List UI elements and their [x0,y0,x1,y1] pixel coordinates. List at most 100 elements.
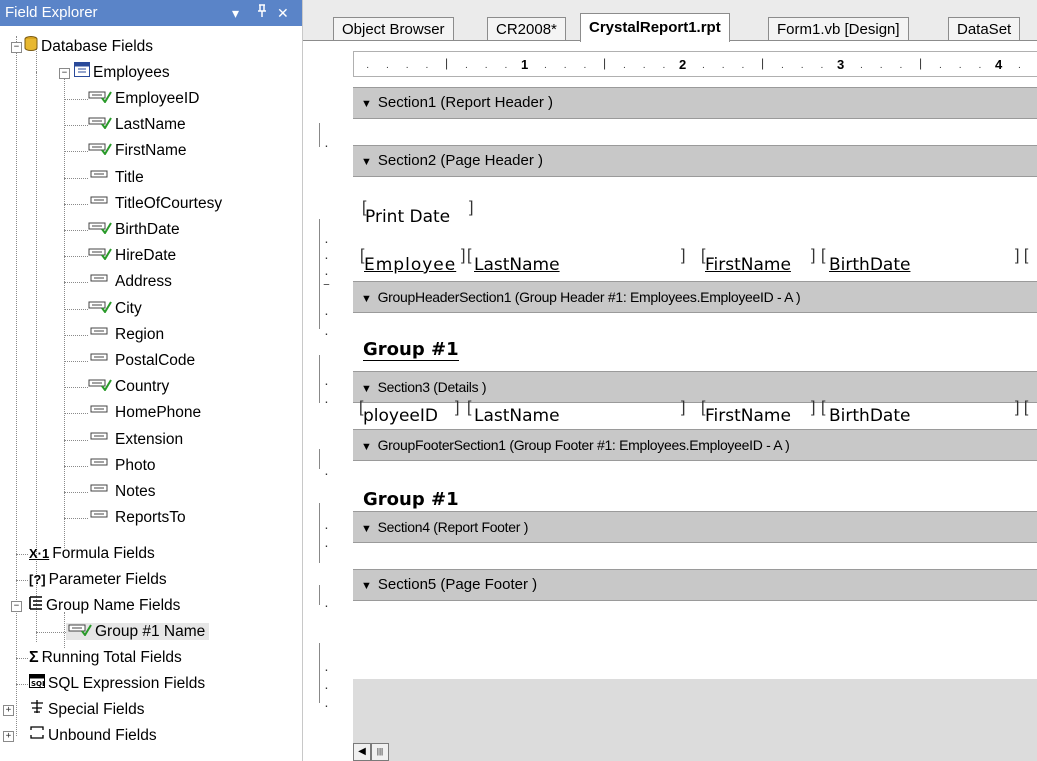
birthdate-header-text[interactable]: BirthDate [829,255,910,275]
report-canvas[interactable]: · · · · | · · · 1 · · · | · · · 2 · · · | · · · 3 · · · | · · · 4 · .... ‾… [303,41,1037,761]
ruler-tick: · [879,62,883,73]
tree-node-field-birthdate[interactable]: BirthDate [88,218,180,242]
tree-node-formula-fields[interactable]: X·1 Formula Fields [29,542,155,566]
tree-node-field-homephone[interactable]: HomePhone [88,401,201,425]
field-explorer-titlebar: Field Explorer ▾ ✕ [0,0,302,26]
tab-cr2008[interactable]: CR2008* [487,17,566,41]
collapse-toggle[interactable]: − [11,42,22,53]
pin-icon[interactable] [256,0,268,26]
group-name-icon [29,594,43,618]
lastname-header-text[interactable]: LastName [474,255,560,275]
tree-node-field-firstname[interactable]: FirstName [88,139,186,163]
tree-node-unbound-fields[interactable]: Unbound Fields [29,724,157,748]
section-page-footer-bar[interactable]: ▼ Section5 (Page Footer ) [353,569,1037,601]
report-designer: Object Browser CR2008* CrystalReport1.rp… [303,0,1037,761]
tree-node-field-employeeid[interactable]: EmployeeID [88,87,199,111]
tree-node-label: Title [115,169,144,187]
field-icon [88,480,112,504]
tree-node-sql-expression-fields[interactable]: SQL SQL Expression Fields [29,672,205,696]
ruler-tick: · [405,62,409,73]
tree-node-label: FirstName [115,142,187,160]
ruler-tick: | [445,56,449,70]
ruler-tick: · [385,62,390,73]
tree-node-label: TitleOfCourtesy [115,195,223,213]
section-group-footer-bar[interactable]: ▼ GroupFooterSection1 (Group Footer #1: E… [353,429,1037,461]
tree-node-parameter-fields[interactable]: [?] Parameter Fields [29,568,167,592]
tree-node-field-hiredate[interactable]: HireDate [88,244,176,268]
collapse-toggle[interactable]: − [11,601,22,612]
tree-node-special-fields[interactable]: Special Fields [29,698,145,722]
horizontal-ruler[interactable]: · · · · | · · · 1 · · · | · · · 2 · · · | · · · 3 · · · | · · · 4 · [353,51,1037,77]
tree-node-database-fields[interactable]: Database Fields [24,35,153,59]
firstname-header-text[interactable]: FirstName [705,255,791,275]
close-icon[interactable]: ✕ [277,0,289,26]
group-name-header-field[interactable]: Group #1 [363,339,459,361]
scroll-grip-icon[interactable]: ||| [371,743,389,761]
birthdate-detail-field[interactable]: BirthDate [829,406,910,426]
vertical-ruler-mark: . [324,594,329,610]
tree-node-field-photo[interactable]: Photo [88,454,156,478]
tree-node-group-name-fields[interactable]: Group Name Fields [29,594,180,618]
ruler-tick: · [899,62,903,73]
section-report-footer-bar[interactable]: ▼ Section4 (Report Footer ) [353,511,1037,543]
field-in-use-icon [88,244,112,268]
horizontal-scrollbar[interactable]: ◀ ||| [353,743,413,761]
tree-node-field-country[interactable]: Country [88,375,169,399]
vertical-ruler-mark: . [324,134,329,150]
collapse-arrow-icon: ▼ [361,523,372,535]
vertical-ruler-mark: . [324,322,329,338]
tree-node-field-reportsto[interactable]: ReportsTo [88,506,186,530]
vertical-ruler-mark: . [324,658,329,674]
tree-node-field-address[interactable]: Address [88,270,172,294]
tree-node-field-city[interactable]: City [88,297,142,321]
tab-object-browser[interactable]: Object Browser [333,17,454,41]
tree-node-running-total-fields[interactable]: Σ Running Total Fields [29,646,182,670]
collapse-arrow-icon: ▼ [361,156,372,168]
tree-node-field-lastname[interactable]: LastName [88,113,186,137]
tree-node-field-titleofcourtesy[interactable]: TitleOfCourtesy [88,192,222,216]
firstname-detail-field[interactable]: FirstName [705,406,791,426]
sigma-icon: Σ [29,649,39,666]
tree-node-label: Group Name Fields [46,597,181,615]
section-report-header-bar[interactable]: ▼ Section1 (Report Header ) [353,87,1037,119]
section-label: GroupHeaderSection1 (Group Header #1: Em… [377,289,801,305]
tree-node-field-notes[interactable]: Notes [88,480,156,504]
tree-node-field-postalcode[interactable]: PostalCode [88,349,195,373]
tree-node-field-region[interactable]: Region [88,323,164,347]
collapse-toggle[interactable]: − [59,68,70,79]
tab-dataset[interactable]: DataSet [948,17,1021,41]
tree-node-employees-table[interactable]: Employees [74,61,170,85]
window-position-dropdown-icon[interactable]: ▾ [232,0,239,26]
ruler-tick: · [484,62,488,73]
tree-node-label: Photo [115,457,156,475]
vertical-ruler-mark: . [324,694,329,710]
print-date-field[interactable]: Print Date [365,207,450,227]
employeeid-detail-field[interactable]: ployeeID [363,406,438,426]
ruler-tick: · [622,62,627,73]
tree-node-label: Special Fields [48,701,145,719]
section-page-header-bar[interactable]: ▼ Section2 (Page Header ) [353,145,1037,177]
section-group-header-bar[interactable]: ▼ GroupHeaderSection1 (Group Header #1: E… [353,281,1037,313]
tree-node-label: Region [115,326,165,344]
expand-toggle[interactable]: + [3,705,14,716]
field-icon [88,323,112,347]
ruler-tick: | [603,56,607,70]
ruler-tick: · [721,62,725,73]
lastname-detail-field[interactable]: LastName [474,406,560,426]
vertical-ruler-mark: . [324,262,329,278]
tree-node-group-1-name[interactable]: Group #1 Name [66,620,210,644]
tab-form1-design[interactable]: Form1.vb [Design] [768,17,909,41]
ruler-tick: | [761,56,765,70]
tab-crystalreport1[interactable]: CrystalReport1.rpt [580,13,730,42]
ruler-tick: · [642,62,646,73]
expand-toggle[interactable]: + [3,731,14,742]
group-name-footer-field[interactable]: Group #1 [363,489,459,510]
vertical-ruler-mark: . [324,516,329,532]
tree-node-field-title[interactable]: Title [88,166,144,190]
scroll-left-icon[interactable]: ◀ [353,743,371,761]
tree-node-field-extension[interactable]: Extension [88,428,183,452]
employee-header-text[interactable]: Employee [364,255,456,275]
tree-node-label: Group #1 Name [95,623,206,641]
field-icon [88,192,112,216]
field-in-use-icon [88,139,112,163]
